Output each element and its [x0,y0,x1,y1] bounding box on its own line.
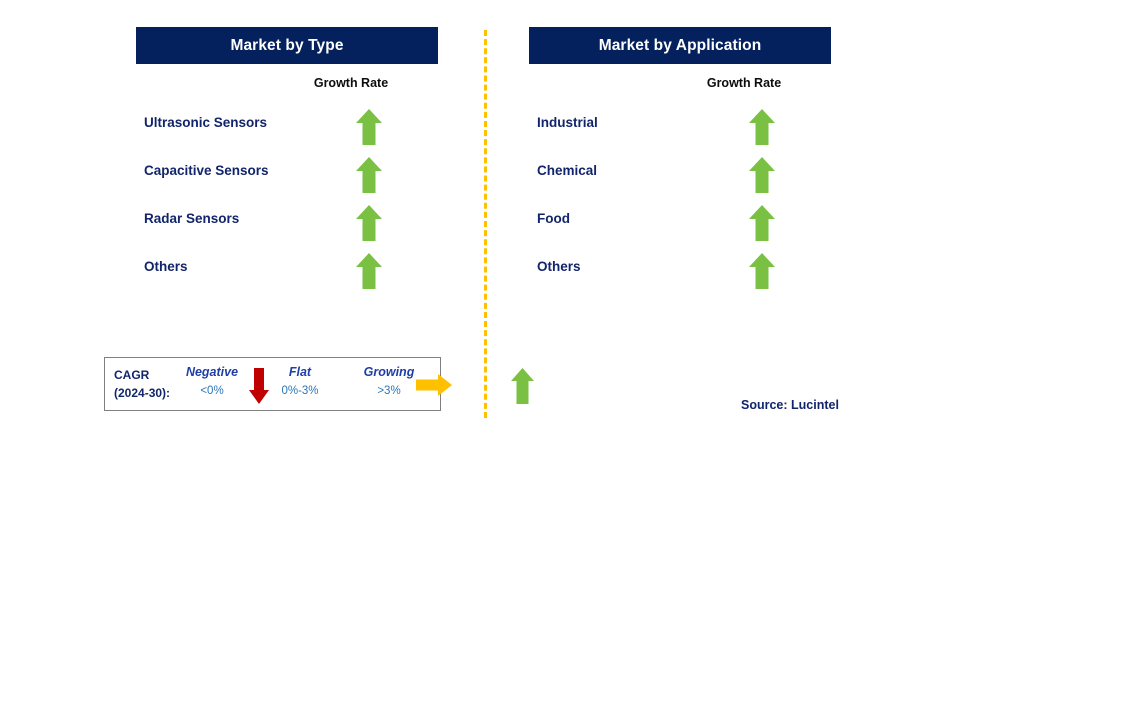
row-label: Radar Sensors [144,211,240,226]
legend-entry-negative: Negative <0% [177,364,247,399]
arrow-up-green-icon [355,108,383,146]
table-row: Chemical [529,152,831,200]
source-note: Source: Lucintel [741,398,839,412]
panel-header-market-by-type: Market by Type [136,27,438,64]
row-label: Industrial [537,115,598,130]
cagr-legend: CAGR (2024-30): Negative <0% Flat 0%-3% … [104,357,534,411]
row-label: Capacitive Sensors [144,163,269,178]
row-label: Chemical [537,163,598,178]
table-row: Radar Sensors [136,200,438,248]
panel-header-market-by-application: Market by Application [529,27,831,64]
legend-range: <0% [200,385,224,397]
row-label: Ultrasonic Sensors [144,115,268,130]
row-list-market-by-type: Ultrasonic Sensors Capacitive Sensors Ra… [136,104,438,296]
column-header-growth-rate: Growth Rate [313,76,389,90]
panel-title: Market by Application [598,36,762,54]
arrow-up-green-icon [748,108,776,146]
arrow-up-green-icon [355,156,383,194]
legend-term: Flat [288,365,312,379]
legend-cagr-line1: CAGR [114,368,150,382]
panel-market-by-application: Market by Application Growth Rate Indust… [529,0,831,713]
arrow-up-green-icon [748,252,776,290]
legend-range: >3% [377,385,401,397]
arrow-up-green-icon [355,204,383,242]
legend-term: Negative [185,365,239,379]
table-row: Ultrasonic Sensors [136,104,438,152]
legend-cagr-label: CAGR (2024-30): [114,366,170,402]
vertical-dashed-divider [484,30,487,418]
legend-cagr-line2: (2024-30): [114,386,171,400]
table-row: Others [529,248,831,296]
panel-title: Market by Type [230,36,344,54]
arrow-up-green-icon [748,204,776,242]
legend-entry-flat: Flat 0%-3% [265,364,335,399]
row-label: Food [537,211,570,226]
legend-entry-growing: Growing >3% [353,364,425,399]
arrow-up-green-icon [355,252,383,290]
table-row: Capacitive Sensors [136,152,438,200]
arrow-up-green-icon [748,156,776,194]
legend-term: Growing [363,365,415,379]
row-label: Others [144,259,188,274]
table-row: Others [136,248,438,296]
table-row: Food [529,200,831,248]
row-label: Others [537,259,581,274]
arrow-up-green-icon [510,367,535,405]
table-row: Industrial [529,104,831,152]
row-list-market-by-application: Industrial Chemical Food Others [529,104,831,296]
column-header-growth-rate: Growth Rate [706,76,782,90]
legend-range: 0%-3% [281,385,319,397]
